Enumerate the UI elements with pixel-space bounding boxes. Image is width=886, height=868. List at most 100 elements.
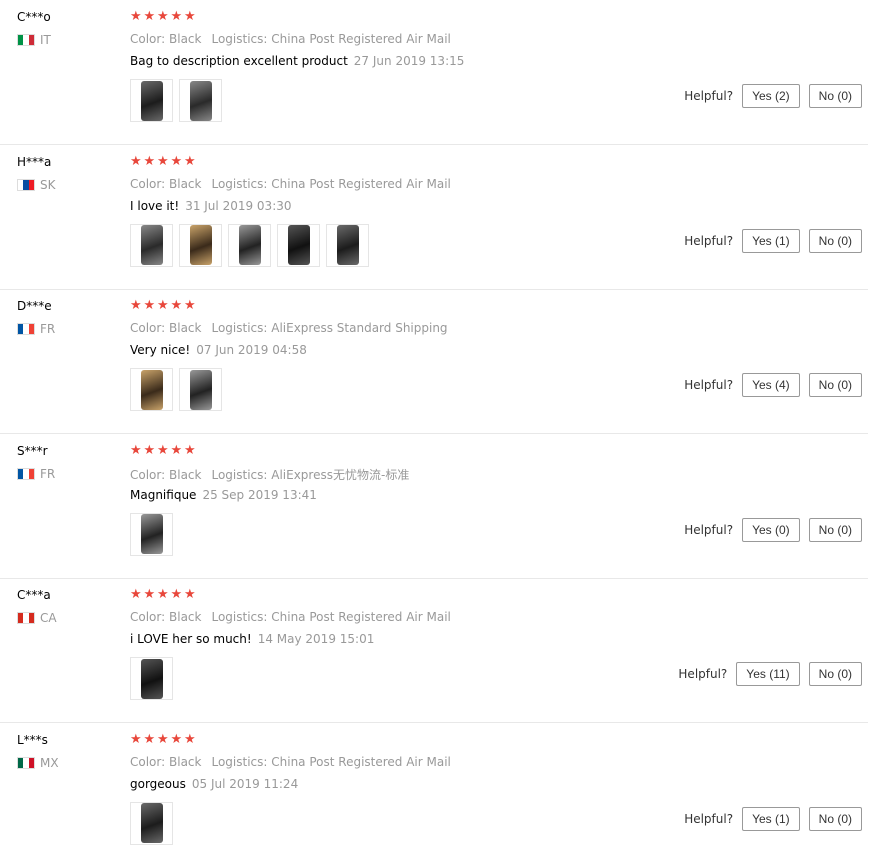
star-icon: ★ [157, 298, 169, 313]
star-rating: ★ ★ ★ ★ ★ [130, 443, 198, 459]
country-flag-icon [17, 34, 35, 46]
review-item: L***s MX ★ ★ ★ ★ ★ Color: Black Logistics: China… [0, 723, 868, 868]
reviewer-country: MX [17, 756, 59, 770]
star-icon: ★ [184, 9, 196, 24]
review-photo[interactable] [130, 79, 173, 122]
helpful-vote: Helpful? Yes (1) No (0) [684, 806, 862, 831]
logistics-label: Logistics: [211, 176, 268, 191]
review-photo[interactable] [179, 79, 222, 122]
review-photo[interactable] [228, 223, 271, 267]
review-date: 07 Jun 2019 04:58 [196, 343, 307, 357]
reviewer-country: SK [17, 178, 56, 192]
review-photo[interactable] [130, 512, 173, 556]
star-icon: ★ [130, 587, 142, 602]
helpful-no-button[interactable]: No (0) [808, 84, 862, 108]
photo-image [189, 80, 212, 121]
color-value: Black [169, 321, 202, 335]
helpful-yes-button[interactable]: Yes (0) [742, 517, 800, 542]
helpful-vote: Helpful? Yes (2) No (0) [684, 84, 862, 108]
review-photo[interactable] [130, 657, 173, 700]
logistics-label: Logistics: [211, 32, 268, 46]
review-photo[interactable] [130, 801, 173, 845]
logistics-label: Logistics: [211, 467, 268, 482]
logistics-value: China Post Registered Air Mail [271, 32, 451, 46]
review-photos [130, 512, 179, 556]
color-value: Black [169, 176, 202, 191]
helpful-yes-button[interactable]: Yes (4) [742, 373, 800, 397]
review-text: gorgeous [130, 776, 186, 791]
country-code: SK [40, 177, 56, 192]
star-icon: ★ [130, 153, 142, 169]
helpful-no-button[interactable]: No (0) [808, 806, 862, 831]
logistics-value: China Post Registered Air Mail [271, 610, 451, 624]
star-icon: ★ [157, 587, 169, 602]
photo-image [140, 803, 163, 843]
review-photo[interactable] [179, 223, 222, 267]
star-rating: ★ ★ ★ ★ ★ [130, 587, 198, 603]
helpful-yes-button[interactable]: Yes (1) [742, 228, 800, 253]
review-photo[interactable] [179, 368, 222, 411]
review-date: 05 Jul 2019 11:24 [191, 776, 299, 791]
logistics-label: Logistics: [211, 754, 268, 769]
review-date: 31 Jul 2019 03:30 [185, 198, 292, 213]
color-label: Color: [130, 176, 166, 191]
order-attributes: Color: Black Logistics: AliExpress无忧物流-标准 [130, 466, 409, 483]
review-photos [130, 223, 375, 267]
star-icon: ★ [157, 9, 169, 24]
helpful-vote: Helpful? Yes (11) No (0) [678, 662, 862, 686]
helpful-yes-button[interactable]: Yes (2) [742, 84, 800, 108]
country-flag-icon [17, 178, 35, 191]
helpful-no-button[interactable]: No (0) [808, 517, 862, 542]
star-icon: ★ [170, 442, 183, 458]
photo-image [336, 225, 359, 265]
helpful-vote: Helpful? Yes (0) No (0) [684, 517, 862, 542]
review-photos [130, 801, 179, 845]
review-feedback: Magnifique 25 Sep 2019 13:41 [130, 488, 317, 502]
review-photo[interactable] [277, 223, 320, 267]
helpful-no-button[interactable]: No (0) [808, 662, 862, 686]
review-photo[interactable] [130, 368, 173, 411]
star-icon: ★ [184, 731, 196, 747]
helpful-label: Helpful? [684, 233, 734, 248]
reviewer-name: C***a [17, 588, 51, 602]
star-icon: ★ [130, 298, 142, 313]
star-icon: ★ [170, 153, 183, 169]
helpful-yes-button[interactable]: Yes (11) [736, 662, 800, 686]
review-photos [130, 657, 179, 700]
country-code: MX [40, 755, 59, 770]
helpful-no-button[interactable]: No (0) [808, 373, 862, 397]
logistics-label: Logistics: [211, 610, 268, 624]
review-date: 14 May 2019 15:01 [257, 632, 375, 646]
review-photos [130, 368, 228, 411]
review-date: 27 Jun 2019 13:15 [353, 54, 465, 68]
photo-image [140, 225, 163, 265]
country-flag-icon [17, 756, 35, 769]
star-icon: ★ [143, 442, 156, 458]
flag-stripe [28, 35, 34, 45]
color-value: Black [169, 32, 202, 46]
star-icon: ★ [143, 731, 156, 747]
star-icon: ★ [143, 298, 156, 313]
review-item: H***a SK ★ ★ ★ ★ ★ Color: Black Logistics: China… [0, 145, 868, 290]
logistics-value: China Post Registered Air Mail [271, 176, 451, 191]
star-icon: ★ [170, 731, 183, 747]
reviewer-name: C***o [17, 10, 51, 24]
order-attributes: Color: Black Logistics: China Post Regist… [130, 32, 451, 46]
color-label: Color: [130, 610, 166, 624]
star-icon: ★ [157, 442, 169, 458]
helpful-no-button[interactable]: No (0) [808, 228, 862, 253]
flag-stripe [28, 757, 34, 768]
photo-image [189, 369, 212, 410]
star-rating: ★ ★ ★ ★ ★ [130, 298, 198, 314]
order-attributes: Color: Black Logistics: China Post Regist… [130, 610, 451, 624]
flag-stripe [28, 324, 34, 334]
review-item: C***a CA ★ ★ ★ ★ ★ Color: Black Logistics: China… [0, 578, 868, 723]
color-value: Black [169, 610, 202, 624]
review-photo[interactable] [130, 223, 173, 267]
star-icon: ★ [143, 587, 156, 602]
flag-stripe [28, 613, 34, 623]
review-photo[interactable] [326, 223, 369, 267]
helpful-yes-button[interactable]: Yes (1) [742, 806, 800, 831]
logistics-value: AliExpress Standard Shipping [271, 321, 448, 335]
reviewer-name: L***s [17, 732, 48, 747]
